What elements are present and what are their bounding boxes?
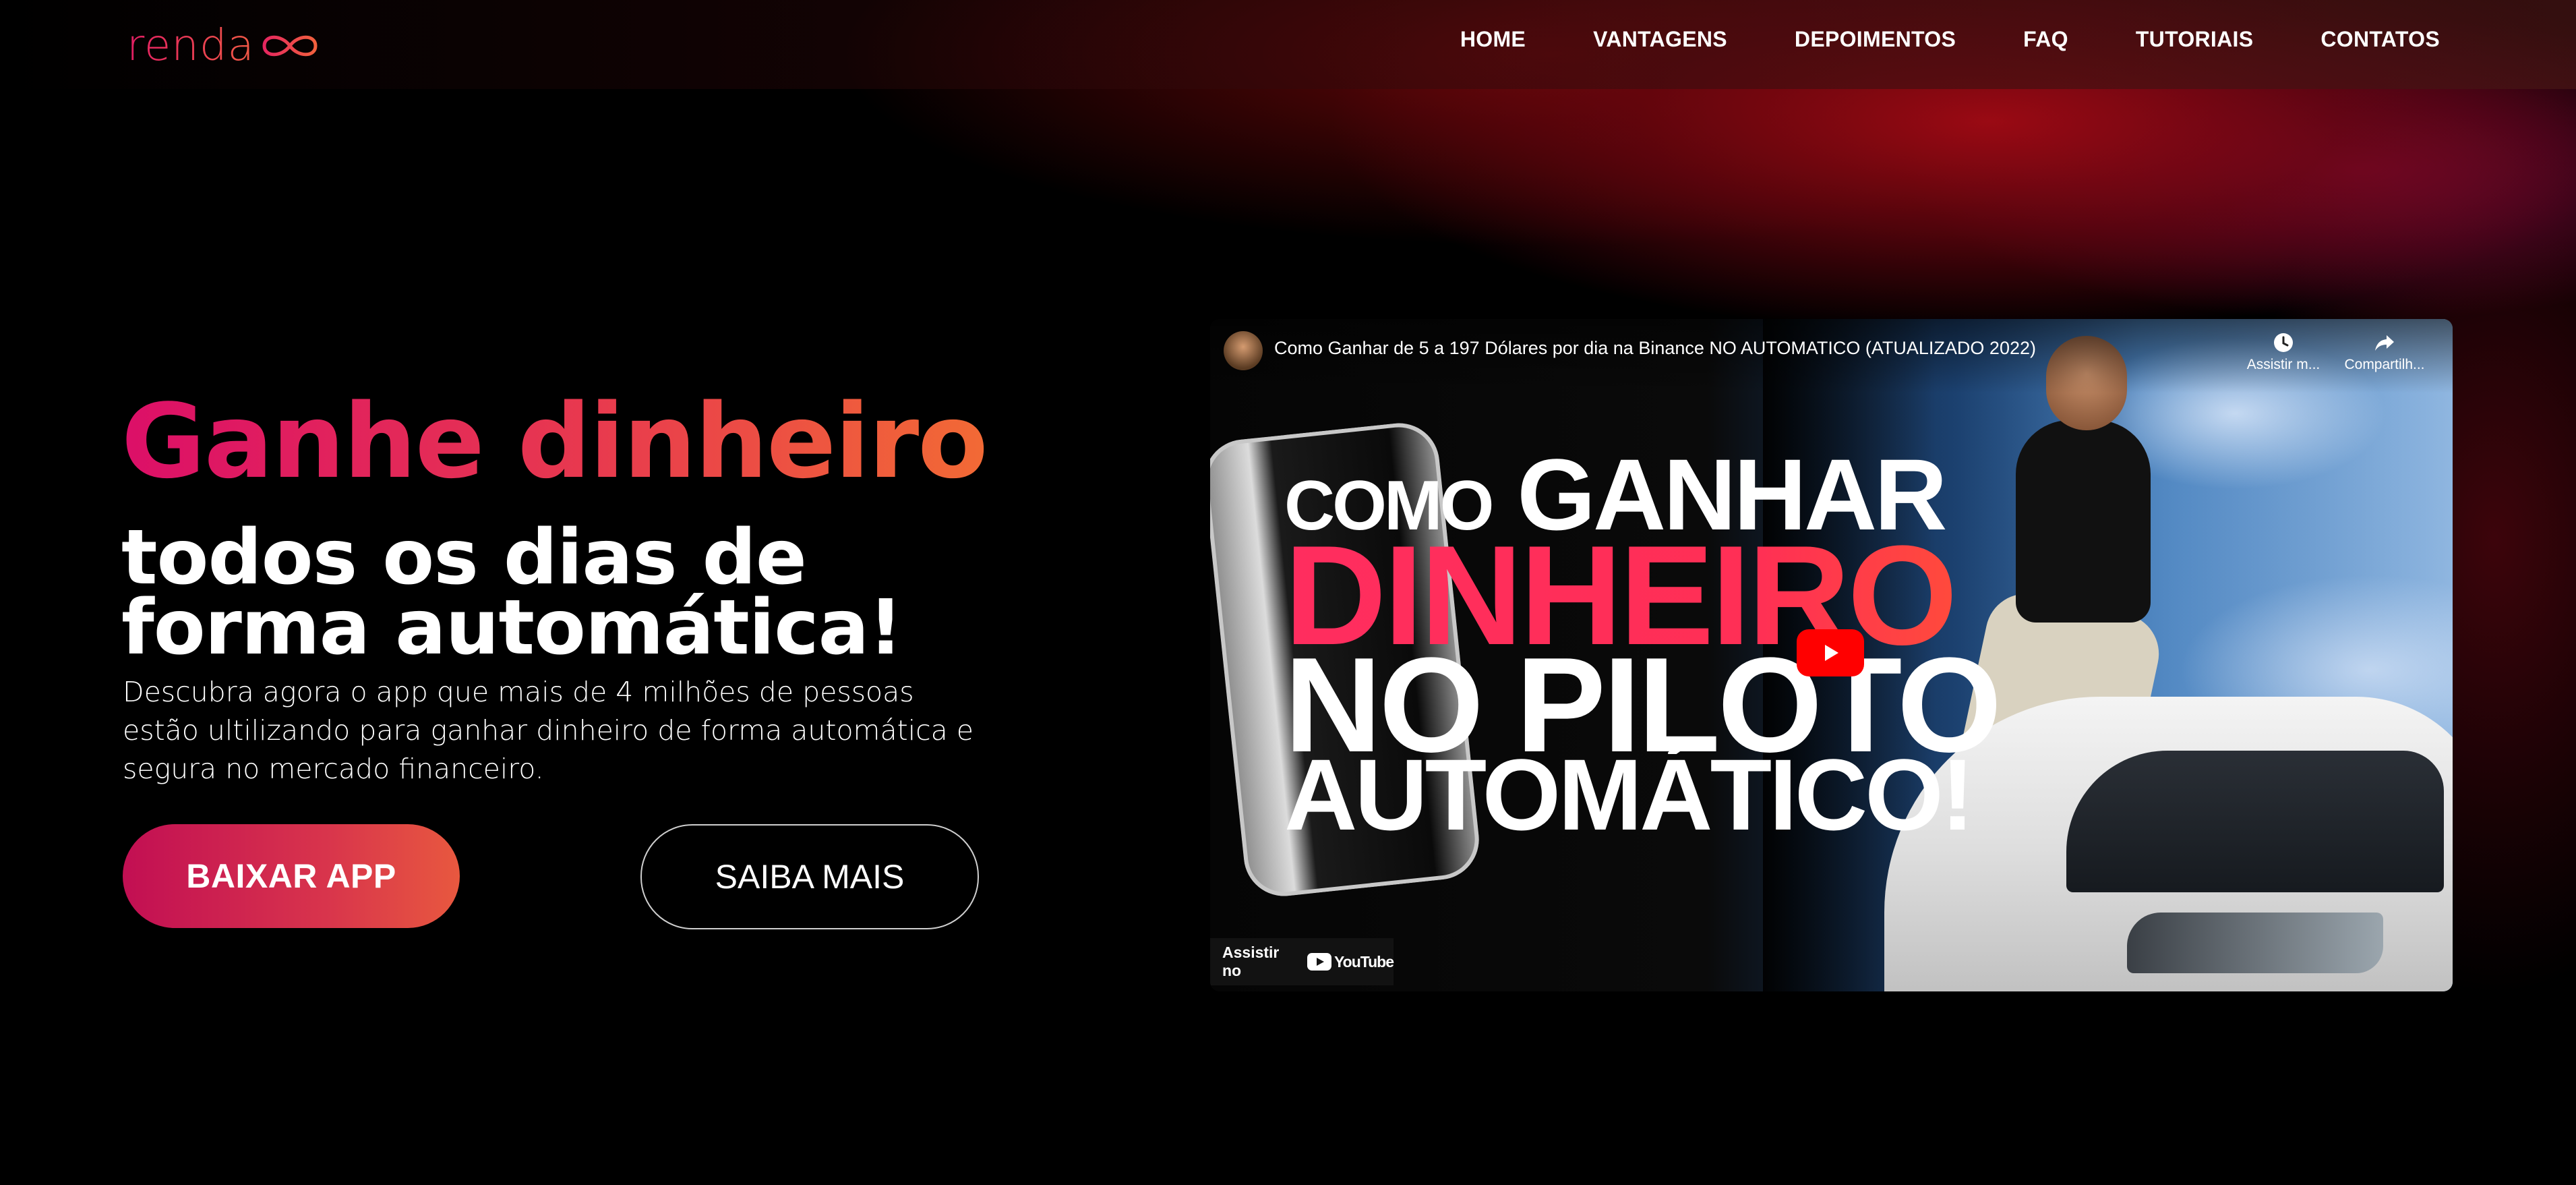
top-navbar: renda HOME VANTAGENS DEPOIMENTOS FAQ TUT…: [0, 0, 2576, 89]
youtube-logo-icon: [1307, 953, 1332, 971]
nav-tutoriais[interactable]: TUTORIAIS: [2136, 27, 2254, 52]
youtube-logo-text: YouTube: [1334, 952, 1394, 971]
main-nav: HOME VANTAGENS DEPOIMENTOS FAQ TUTORIAIS…: [1460, 27, 2440, 52]
hero-title: todos os dias de forma automática!: [121, 514, 903, 672]
thumbnail-text-line-4: AUTOMÁTICO!: [1284, 738, 1975, 851]
video-title[interactable]: Como Ganhar de 5 a 197 Dólares por dia n…: [1274, 338, 2036, 359]
nav-faq[interactable]: FAQ: [2023, 27, 2068, 52]
watch-on-youtube-button[interactable]: Assistir no YouTube: [1210, 938, 1394, 985]
thumbnail-person-body: [2016, 420, 2151, 623]
nav-depoimentos[interactable]: DEPOIMENTOS: [1795, 27, 1956, 52]
watch-later-button[interactable]: Assistir m...: [2236, 331, 2331, 373]
nav-vantagens[interactable]: VANTAGENS: [1593, 27, 1727, 52]
share-label: Compartilh...: [2344, 357, 2425, 372]
hero-description: Descubra agora o app que mais de 4 milhõ…: [123, 676, 974, 785]
download-app-button[interactable]: BAIXAR APP: [123, 824, 460, 928]
hero-title-highlight: Ganhe dinheiro: [121, 382, 988, 501]
nav-home[interactable]: HOME: [1460, 27, 1526, 52]
share-button[interactable]: Compartilh...: [2337, 331, 2432, 373]
channel-avatar[interactable]: [1224, 331, 1263, 370]
infinity-icon: [262, 35, 318, 57]
share-icon: [2375, 335, 2394, 351]
thumbnail-car-headlight: [2127, 913, 2383, 973]
thumbnail-car-window: [2066, 751, 2444, 892]
youtube-video-embed[interactable]: COMO GANHAR DINHEIRO NO PILOTO AUTOMÁTIC…: [1210, 319, 2453, 991]
brand-logo-text: renda: [127, 21, 255, 71]
learn-more-button[interactable]: SAIBA MAIS: [640, 824, 979, 929]
watch-later-label: Assistir m...: [2246, 357, 2320, 372]
play-button[interactable]: [1797, 629, 1864, 676]
play-icon: [1825, 645, 1838, 661]
nav-contatos[interactable]: CONTATOS: [2320, 27, 2440, 52]
landing-page: renda HOME VANTAGENS DEPOIMENTOS FAQ TUT…: [0, 0, 2576, 1185]
youtube-logo: YouTube: [1307, 953, 1394, 971]
brand-logo[interactable]: renda: [127, 12, 324, 80]
watch-on-label: Assistir no: [1222, 944, 1280, 979]
clock-icon: [2274, 333, 2293, 352]
